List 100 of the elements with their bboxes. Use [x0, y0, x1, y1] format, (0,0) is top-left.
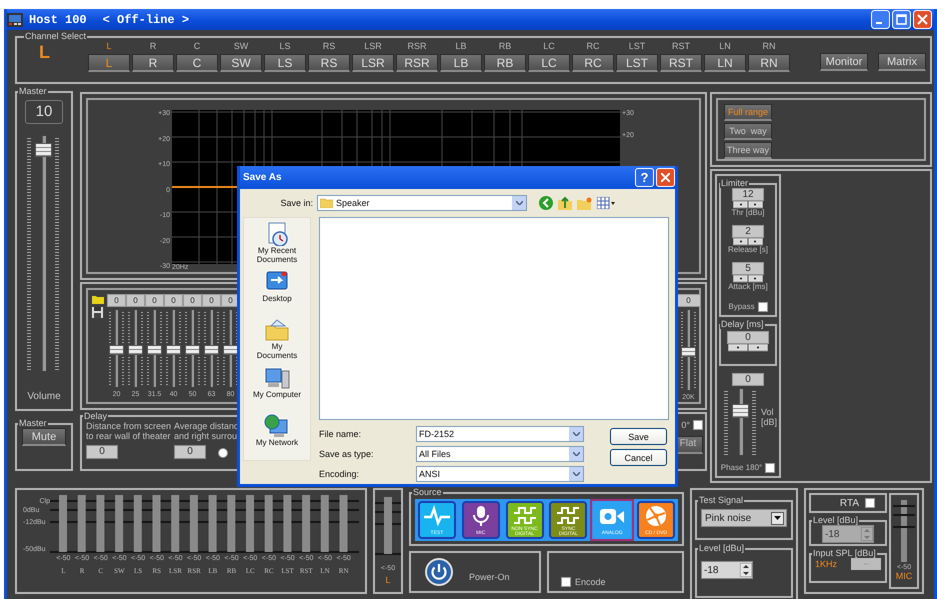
spin-label: Attack [ms]: [728, 283, 768, 291]
close-button[interactable]: [656, 168, 675, 187]
networked-computer-icon: [264, 414, 290, 438]
slider-thumb[interactable]: [166, 345, 181, 355]
spin-value[interactable]: 0: [727, 331, 769, 344]
channel-button[interactable]: LSR: [352, 54, 394, 72]
save-in-dropdown[interactable]: Speaker: [317, 195, 527, 211]
place-button[interactable]: My Documents: [245, 314, 309, 362]
channel-label: L: [106, 41, 112, 52]
dropdown-button[interactable]: [771, 512, 784, 524]
up-folder-icon[interactable]: [558, 196, 572, 210]
toolbar-button[interactable]: Matrix: [878, 53, 926, 71]
maximize-icon[interactable]: [892, 10, 911, 29]
spin-label: Release [s]: [728, 246, 768, 254]
folder-name: Speaker: [336, 198, 371, 208]
volume-label: Vol [dB]: [760, 407, 775, 427]
dropdown-caret-icon[interactable]: [774, 516, 781, 520]
place-button[interactable]: My Recent Documents: [245, 218, 309, 266]
slider-thumb[interactable]: [109, 345, 124, 355]
slider-thumb[interactable]: [128, 345, 143, 355]
slider-thumb[interactable]: [35, 142, 52, 157]
group-label: Test Signal: [698, 496, 744, 505]
channel-button[interactable]: L: [88, 54, 130, 72]
signal-dropdown[interactable]: Pink noise: [701, 509, 787, 527]
channel-button[interactable]: RN: [748, 54, 790, 72]
channel-button[interactable]: LB: [440, 54, 482, 72]
place-button[interactable]: My Network: [245, 410, 309, 458]
delay-value[interactable]: 0: [86, 444, 118, 458]
place-button[interactable]: Desktop: [245, 266, 309, 314]
band-gain-value: 0: [126, 294, 145, 306]
channel-button[interactable]: RST: [660, 54, 702, 72]
channel-button[interactable]: C: [176, 54, 218, 72]
crossover-button[interactable]: Two way: [724, 123, 772, 140]
spin-arrows-icon[interactable]: [733, 238, 763, 246]
channel-button[interactable]: RB: [484, 54, 526, 72]
slider-thumb[interactable]: [204, 345, 219, 355]
channel-button[interactable]: RS: [308, 54, 350, 72]
minimize-icon[interactable]: [871, 10, 890, 29]
dialog-button[interactable]: Cancel: [610, 449, 667, 466]
dropdown-caret-icon: [572, 432, 580, 436]
folder-icon[interactable]: [92, 294, 104, 304]
combo-field[interactable]: ANSI: [416, 466, 584, 482]
spin-arrows-icon[interactable]: [740, 563, 752, 577]
field-label: Save as type:: [319, 449, 375, 459]
band-gain-value: 0: [145, 294, 164, 306]
channel-button[interactable]: LST: [616, 54, 658, 72]
crossover-button[interactable]: Full range: [724, 104, 772, 121]
folder-icon: [264, 318, 290, 342]
delay-value[interactable]: 0: [174, 444, 206, 458]
meter-channel-label: MIC: [896, 571, 912, 581]
dialog-title: Save As: [243, 172, 282, 183]
save-in-label: Save in:: [279, 198, 313, 208]
channel-button[interactable]: R: [132, 54, 174, 72]
view-menu-icon[interactable]: [597, 197, 615, 209]
channel-button[interactable]: RC: [572, 54, 614, 72]
checkbox[interactable]: [758, 302, 768, 312]
group-label: Input SPL [dBu]: [812, 549, 877, 558]
toolbar-button[interactable]: Monitor: [820, 53, 868, 71]
field-label: Encoding:: [319, 469, 360, 479]
slider-thumb[interactable]: [732, 404, 749, 418]
slider-thumb[interactable]: [223, 345, 238, 355]
group-label: Limiter: [720, 179, 750, 188]
combo-field[interactable]: All Files: [416, 446, 584, 462]
band-slider[interactable]: [679, 310, 698, 390]
spin-arrows-icon[interactable]: [728, 344, 768, 352]
channel-button[interactable]: LS: [264, 54, 306, 72]
channel-label: RC: [586, 41, 600, 52]
spin-value[interactable]: 5: [732, 262, 764, 275]
slider-thumb[interactable]: [147, 345, 162, 355]
spin-arrows-icon[interactable]: [733, 201, 763, 209]
channel-button[interactable]: SW: [220, 54, 262, 72]
spin-value[interactable]: 2: [732, 225, 764, 238]
checkbox[interactable]: [561, 577, 571, 587]
level-field[interactable]: -18: [701, 561, 753, 579]
spin-arrows-icon[interactable]: [733, 275, 763, 283]
crossover-button[interactable]: Three way: [724, 142, 772, 159]
place-button[interactable]: My Computer: [245, 362, 309, 410]
spin-value[interactable]: 12: [732, 188, 764, 201]
close-icon: [661, 173, 670, 182]
channel-label: LC: [543, 41, 555, 52]
channel-label: RSR: [407, 41, 426, 52]
mute-button[interactable]: Mute: [22, 428, 66, 446]
channel-button[interactable]: RSR: [396, 54, 438, 72]
checkbox[interactable]: [865, 498, 875, 508]
channel-label: LS: [279, 41, 290, 52]
slider-thumb[interactable]: [681, 346, 696, 356]
checkbox[interactable]: [693, 420, 703, 430]
dialog-button[interactable]: Save: [610, 428, 667, 445]
power-icon[interactable]: [425, 558, 453, 586]
checkbox[interactable]: [765, 463, 776, 473]
close-icon[interactable]: [913, 10, 932, 29]
rta-label: RTA: [840, 498, 859, 508]
channel-button[interactable]: LN: [704, 54, 746, 72]
band-gain-value: 0: [107, 294, 126, 306]
channel-button[interactable]: LC: [528, 54, 570, 72]
radio-button[interactable]: [218, 448, 228, 458]
field-value: FD-2152: [419, 429, 456, 439]
slider-thumb[interactable]: [185, 345, 200, 355]
help-button[interactable]: ?: [635, 168, 654, 187]
combo-field[interactable]: FD-2152: [416, 426, 584, 442]
